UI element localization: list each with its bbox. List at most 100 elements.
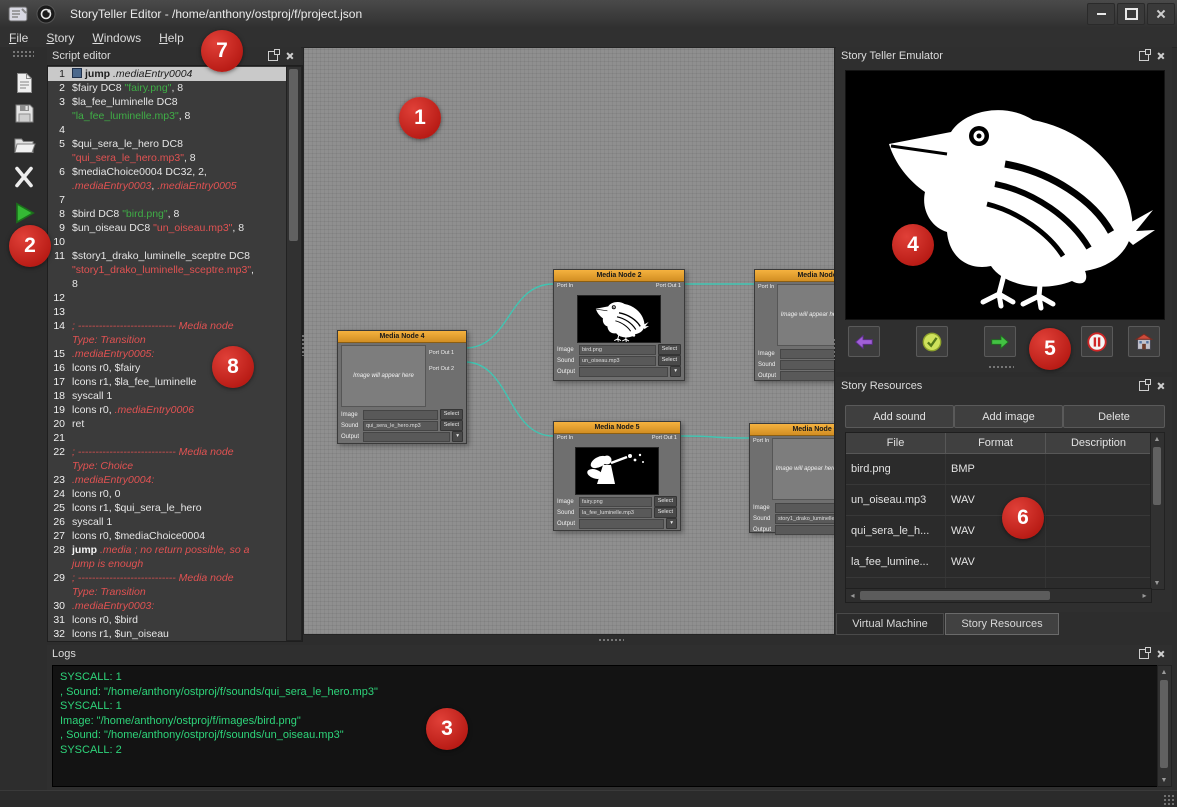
add-sound-button[interactable]: Add sound: [845, 405, 954, 428]
script-line[interactable]: 10: [48, 235, 288, 249]
script-line[interactable]: 13: [48, 305, 288, 319]
script-line[interactable]: 3$la_fee_luminelle DC8: [48, 95, 288, 109]
select-button[interactable]: Select: [658, 344, 681, 355]
resources-table[interactable]: FileFormatDescription bird.pngBMPun_oise…: [845, 432, 1152, 590]
script-line[interactable]: 12: [48, 291, 288, 305]
scrollbar-thumb[interactable]: [860, 591, 1050, 600]
script-line[interactable]: 24lcons r0, 0: [48, 487, 288, 501]
scrollbar-thumb[interactable]: [1160, 680, 1168, 768]
home-button[interactable]: [1128, 326, 1160, 357]
scroll-right-icon[interactable]: ▸: [1138, 589, 1151, 602]
add-image-button[interactable]: Add image: [954, 405, 1063, 428]
script-scrollbar[interactable]: [286, 66, 302, 641]
node-field-value[interactable]: [579, 367, 668, 377]
delete-button[interactable]: Delete: [1063, 405, 1165, 428]
script-line[interactable]: 26syscall 1: [48, 515, 288, 529]
node-field-value[interactable]: [363, 432, 450, 442]
forward-button[interactable]: [984, 326, 1016, 357]
float-panel-icon[interactable]: [267, 50, 279, 62]
port-in[interactable]: Port In: [758, 284, 774, 291]
scroll-down-icon[interactable]: ▼: [1151, 577, 1163, 589]
port-out[interactable]: Port Out 1: [656, 283, 681, 290]
script-line[interactable]: 28jump .media ; no return possible, so a: [48, 543, 288, 557]
node-title[interactable]: Media Node 4: [338, 331, 466, 343]
port-out[interactable]: Port Out 1: [429, 350, 463, 357]
node-field-value[interactable]: story1_drako_luminelle_sceptre.mp3: [775, 514, 835, 524]
resources-hscrollbar[interactable]: ◂ ▸: [845, 588, 1152, 603]
select-button[interactable]: Select: [440, 420, 463, 431]
script-line[interactable]: 27lcons r0, $mediaChoice0004: [48, 529, 288, 543]
script-line[interactable]: 4: [48, 123, 288, 137]
menu-help[interactable]: Help: [150, 30, 193, 46]
tab-story-resources[interactable]: Story Resources: [945, 613, 1059, 635]
port-in[interactable]: Port In: [753, 438, 769, 445]
script-line[interactable]: Type: Choice: [48, 459, 288, 473]
scroll-up-icon[interactable]: ▲: [1158, 666, 1170, 678]
output-combo[interactable]: ▾: [666, 518, 677, 529]
new-script-button[interactable]: [9, 68, 39, 98]
table-row[interactable]: qui_sera_le_h...WAV: [846, 516, 1151, 547]
toolbar-grip[interactable]: [12, 50, 34, 57]
script-line[interactable]: 7: [48, 193, 288, 207]
close-button[interactable]: [1147, 3, 1175, 25]
node-graph-canvas[interactable]: Media Node 4Image will appear herePort O…: [303, 47, 835, 635]
script-line[interactable]: 1jump .mediaEntry0004: [48, 67, 288, 81]
script-line[interactable]: Type: Transition: [48, 585, 288, 599]
select-button[interactable]: Select: [654, 496, 677, 507]
output-combo[interactable]: ▾: [452, 431, 463, 442]
cut-button[interactable]: [9, 162, 39, 192]
script-line[interactable]: 29; ---------------------------- Media n…: [48, 571, 288, 585]
select-button[interactable]: Select: [440, 409, 463, 420]
node-field-value[interactable]: [579, 519, 664, 529]
node-field-value[interactable]: [775, 503, 835, 513]
node-title[interactable]: Media Node 3: [755, 270, 835, 282]
close-panel-icon[interactable]: [1155, 380, 1167, 392]
node-field-value[interactable]: [363, 410, 438, 420]
script-line[interactable]: 8: [48, 277, 288, 291]
node-field-value[interactable]: fairy.png: [579, 497, 652, 507]
script-line[interactable]: 20ret: [48, 417, 288, 431]
maximize-button[interactable]: [1117, 3, 1145, 25]
media-node[interactable]: Media Node 3Port InImage will appear her…: [754, 269, 835, 381]
node-field-value[interactable]: qui_sera_le_hero.mp3: [363, 421, 438, 431]
output-combo[interactable]: ▾: [670, 366, 681, 377]
menu-windows[interactable]: Windows: [83, 30, 150, 46]
script-line[interactable]: "la_fee_luminelle.mp3", 8: [48, 109, 288, 123]
table-row[interactable]: bird.pngBMP: [846, 454, 1151, 485]
open-button[interactable]: [9, 130, 39, 160]
port-in[interactable]: Port In: [557, 435, 573, 442]
titlebar[interactable]: StoryTeller Editor - /home/anthony/ostpr…: [0, 0, 1177, 29]
back-button[interactable]: [848, 326, 880, 357]
script-line[interactable]: Type: Transition: [48, 333, 288, 347]
node-title[interactable]: Media Node 6: [750, 424, 835, 436]
scroll-up-icon[interactable]: ▲: [1151, 433, 1163, 445]
port-out[interactable]: Port Out 2: [429, 366, 463, 373]
node-title[interactable]: Media Node 2: [554, 270, 684, 282]
scrollbar-thumb[interactable]: [289, 69, 298, 241]
node-title[interactable]: Media Node 5: [554, 422, 680, 434]
menu-file[interactable]: File: [0, 30, 37, 46]
script-line[interactable]: 14; ---------------------------- Media n…: [48, 319, 288, 333]
pause-button[interactable]: [1081, 326, 1113, 357]
script-line[interactable]: 5$qui_sera_le_hero DC8: [48, 137, 288, 151]
close-panel-icon[interactable]: [284, 50, 296, 62]
scroll-left-icon[interactable]: ◂: [846, 589, 859, 602]
select-button[interactable]: Select: [658, 355, 681, 366]
node-field-value[interactable]: un_oiseau.mp3: [579, 356, 656, 366]
script-line[interactable]: 17lcons r1, $la_fee_luminelle: [48, 375, 288, 389]
script-line[interactable]: 19lcons r0, .mediaEntry0006: [48, 403, 288, 417]
validate-button[interactable]: [916, 326, 948, 357]
media-node[interactable]: Media Node 6Port InImage will appear her…: [749, 423, 835, 533]
close-panel-icon[interactable]: [1155, 648, 1167, 660]
node-field-value[interactable]: la_fee_luminelle.mp3: [579, 508, 652, 518]
minimize-button[interactable]: [1087, 3, 1115, 25]
menu-story[interactable]: Story: [37, 30, 83, 46]
media-node[interactable]: Media Node 5Port InPort Out 1Imagefairy.…: [553, 421, 681, 531]
node-field-value[interactable]: [775, 525, 835, 535]
column-header[interactable]: Format: [946, 433, 1046, 453]
scroll-down-icon[interactable]: ▼: [1158, 774, 1170, 786]
node-field-value[interactable]: [780, 360, 835, 370]
resize-grip[interactable]: [1163, 794, 1175, 806]
script-line[interactable]: 23.mediaEntry0004:: [48, 473, 288, 487]
select-button[interactable]: Select: [654, 507, 677, 518]
